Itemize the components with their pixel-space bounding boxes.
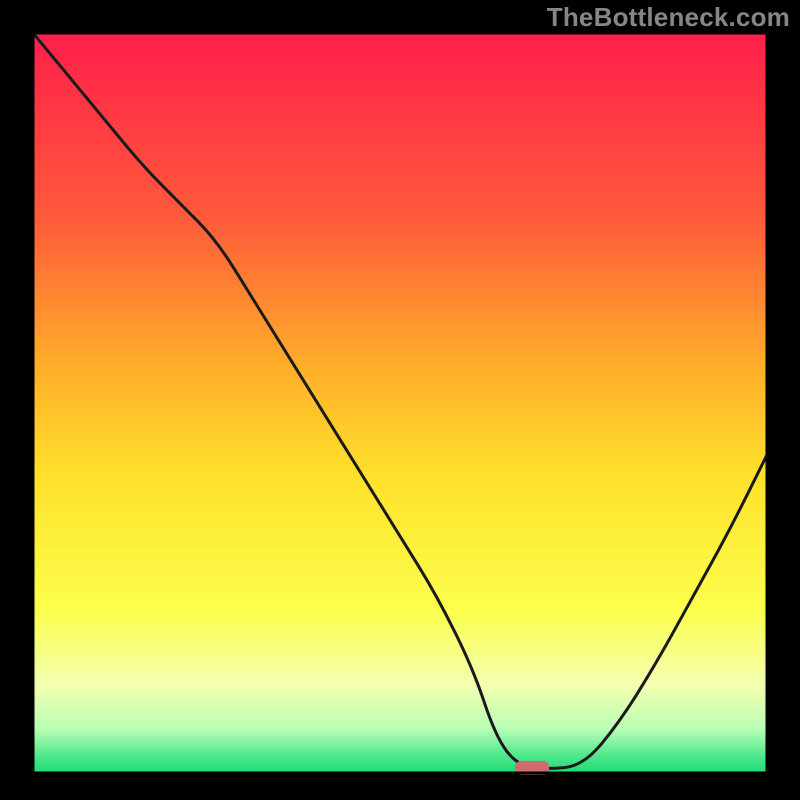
bottleneck-chart	[0, 0, 800, 800]
watermark-text: TheBottleneck.com	[547, 2, 790, 33]
chart-stage: TheBottleneck.com	[0, 0, 800, 800]
